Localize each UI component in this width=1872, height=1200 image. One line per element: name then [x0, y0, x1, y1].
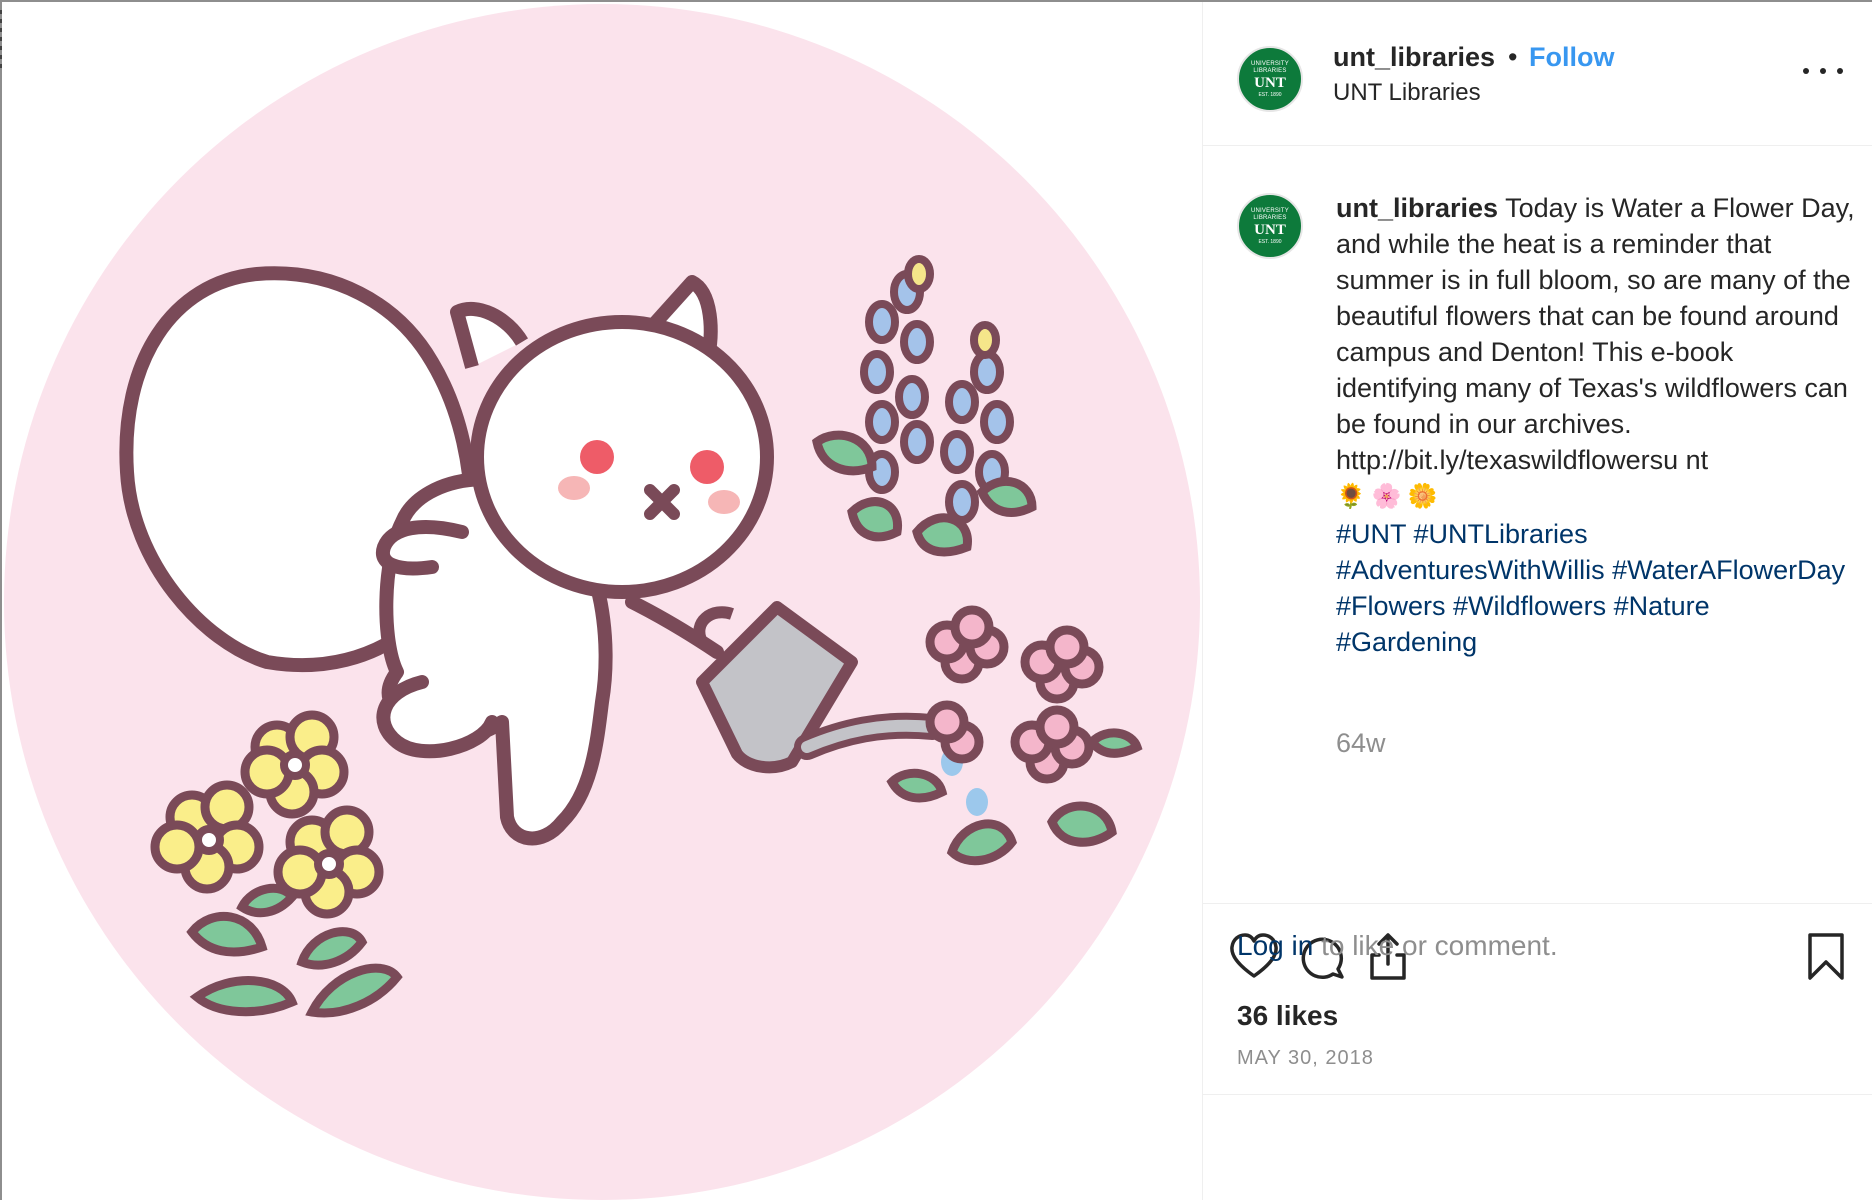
login-prompt: Log in to like or comment.: [1237, 930, 1558, 962]
post-image[interactable]: [2, 2, 1202, 1200]
username-link[interactable]: unt_libraries: [1333, 42, 1495, 73]
avatar[interactable]: UNIVERSITY LIBRARIES UNT EST. 1890: [1237, 46, 1303, 112]
avatar-text-bottom: EST. 1890: [1258, 238, 1282, 245]
caption-text: Today is Water a Flower Day, and while t…: [1336, 193, 1855, 475]
post-side-panel: UNIVERSITY LIBRARIES UNT EST. 1890 unt_l…: [1202, 2, 1872, 1200]
post-caption: unt_libraries Today is Water a Flower Da…: [1336, 190, 1856, 660]
caption-username-link[interactable]: unt_libraries: [1336, 193, 1498, 223]
post-header: UNIVERSITY LIBRARIES UNT EST. 1890 unt_l…: [1203, 2, 1872, 146]
login-link[interactable]: Log in: [1237, 930, 1313, 961]
login-prompt-text: to like or comment.: [1313, 930, 1558, 961]
caption-avatar[interactable]: UNIVERSITY LIBRARIES UNT EST. 1890: [1237, 193, 1303, 259]
display-name: UNT Libraries: [1333, 79, 1481, 106]
post-time-ago[interactable]: 64w: [1336, 728, 1386, 759]
squirrel-watering-flowers-illustration: [2, 2, 1202, 1200]
avatar-text-bottom: EST. 1890: [1258, 91, 1282, 98]
more-options-icon[interactable]: [1803, 56, 1843, 86]
avatar-text-top: UNIVERSITY LIBRARIES: [1250, 60, 1289, 74]
caption-emojis: 🌻🌸🌼: [1336, 483, 1444, 510]
squirrel-eye-left: [580, 440, 614, 474]
post-date: MAY 30, 2018: [1237, 1047, 1374, 1069]
likes-count[interactable]: 36 likes: [1237, 1000, 1338, 1032]
bookmark-icon[interactable]: [1799, 930, 1853, 984]
caption-section: UNIVERSITY LIBRARIES UNT EST. 1890 unt_l…: [1203, 146, 1872, 904]
squirrel-head: [470, 315, 774, 599]
squirrel-mouth: [644, 484, 680, 520]
separator-dot: •: [1508, 42, 1518, 72]
avatar-text-logo: UNT: [1254, 221, 1286, 238]
post-viewer: UNIVERSITY LIBRARIES UNT EST. 1890 unt_l…: [0, 0, 1872, 1200]
squirrel-cheek-right: [708, 490, 740, 514]
follow-button[interactable]: Follow: [1529, 42, 1614, 73]
avatar-text-logo: UNT: [1254, 74, 1286, 91]
water-drop-2: [966, 788, 988, 816]
squirrel-cheek-left: [558, 476, 590, 500]
avatar-text-top: UNIVERSITY LIBRARIES: [1250, 207, 1289, 221]
caption-hashtags[interactable]: #UNT #UNTLibraries #AdventuresWithWillis…: [1336, 516, 1856, 660]
squirrel-eye-right: [690, 450, 724, 484]
